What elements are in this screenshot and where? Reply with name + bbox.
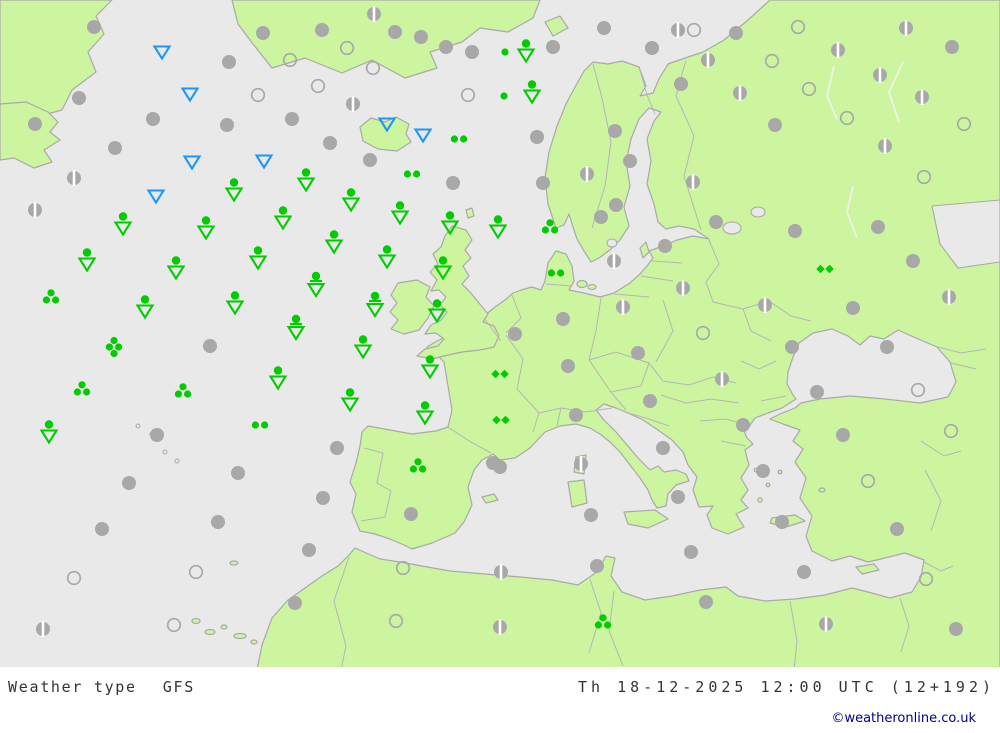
overcast-icon [315, 23, 329, 37]
island-aegean-2 [766, 483, 770, 487]
lake-ladoga [723, 222, 741, 234]
overcast-icon [87, 20, 101, 34]
overcast-icon [203, 339, 217, 353]
island-canary-1 [192, 619, 200, 624]
overcast-icon [220, 118, 234, 132]
overcast-icon [684, 545, 698, 559]
overcast-icon [388, 25, 402, 39]
overcast-icon [656, 441, 670, 455]
overcast-icon [323, 136, 337, 150]
overcast-icon [439, 40, 453, 54]
overcast-icon [288, 596, 302, 610]
island-shetland [466, 208, 474, 218]
lake-vanern [607, 239, 617, 247]
overcast-icon [906, 254, 920, 268]
overcast-icon [316, 491, 330, 505]
overcast-icon [465, 45, 479, 59]
overcast-icon [609, 198, 623, 212]
overcast-icon [556, 312, 570, 326]
overcast-icon [810, 385, 824, 399]
overcast-icon [709, 215, 723, 229]
overcast-icon [508, 327, 522, 341]
overcast-icon [785, 340, 799, 354]
valid-time: Th 18-12-2025 12:00 UTC (12+192) [578, 678, 995, 696]
island-aegean-4 [758, 498, 762, 502]
overcast-icon [546, 40, 560, 54]
overcast-icon [122, 476, 136, 490]
overcast-icon [256, 26, 270, 40]
overcast-icon [569, 408, 583, 422]
overcast-icon [330, 441, 344, 455]
island-canary-3 [221, 625, 227, 629]
overcast-icon [631, 346, 645, 360]
weather-map-page: Weather type GFS Th 18-12-2025 12:00 UTC … [0, 0, 1000, 733]
overcast-icon [608, 124, 622, 138]
overcast-icon [729, 26, 743, 40]
product-label: Weather type GFS [8, 678, 195, 696]
overcast-icon [530, 130, 544, 144]
overcast-icon [699, 595, 713, 609]
overcast-icon [674, 77, 688, 91]
overcast-icon [623, 154, 637, 168]
island-aegean-3 [778, 470, 782, 474]
overcast-icon [211, 515, 225, 529]
light-rain-icon [500, 92, 507, 99]
overcast-icon [561, 359, 575, 373]
overcast-icon [797, 565, 811, 579]
overcast-icon [493, 460, 507, 474]
overcast-icon [302, 543, 316, 557]
overcast-icon [95, 522, 109, 536]
island-sardinia [568, 480, 587, 507]
overcast-icon [231, 466, 245, 480]
overcast-icon [597, 21, 611, 35]
overcast-icon [363, 153, 377, 167]
product-name: Weather type [8, 678, 137, 696]
overcast-icon [414, 30, 428, 44]
island-canary-4 [234, 634, 246, 639]
overcast-icon [643, 394, 657, 408]
map-footer: Weather type GFS Th 18-12-2025 12:00 UTC … [0, 667, 1000, 733]
overcast-icon [871, 220, 885, 234]
overcast-icon [404, 507, 418, 521]
light-rain-icon [501, 48, 508, 55]
overcast-icon [768, 118, 782, 132]
overcast-icon [446, 176, 460, 190]
overcast-icon [836, 428, 850, 442]
island-canary-5 [251, 640, 257, 644]
overcast-icon [949, 622, 963, 636]
overcast-icon [108, 141, 122, 155]
overcast-icon [536, 176, 550, 190]
overcast-icon [150, 428, 164, 442]
overcast-icon [846, 301, 860, 315]
overcast-icon [736, 418, 750, 432]
overcast-icon [775, 515, 789, 529]
overcast-icon [788, 224, 802, 238]
overcast-icon [590, 559, 604, 573]
island-madeira [230, 561, 238, 565]
overcast-icon [584, 508, 598, 522]
island-rhodes [819, 488, 825, 492]
island-canary-2 [205, 630, 215, 635]
overcast-icon [890, 522, 904, 536]
overcast-icon [945, 40, 959, 54]
overcast-icon [72, 91, 86, 105]
model-name: GFS [163, 678, 195, 696]
footer-text-row: Weather type GFS Th 18-12-2025 12:00 UTC … [0, 667, 1000, 696]
overcast-icon [756, 464, 770, 478]
overcast-icon [222, 55, 236, 69]
overcast-icon [146, 112, 160, 126]
overcast-icon [28, 117, 42, 131]
lake-onega [751, 207, 765, 217]
europe-weather-map [0, 0, 1000, 667]
overcast-icon [658, 239, 672, 253]
overcast-icon [285, 112, 299, 126]
overcast-icon [594, 210, 608, 224]
island-zealand [577, 281, 587, 288]
overcast-icon [880, 340, 894, 354]
island-funen [588, 285, 596, 290]
overcast-icon [645, 41, 659, 55]
overcast-icon [671, 490, 685, 504]
copyright-link[interactable]: ©weatheronline.co.uk [831, 711, 976, 726]
